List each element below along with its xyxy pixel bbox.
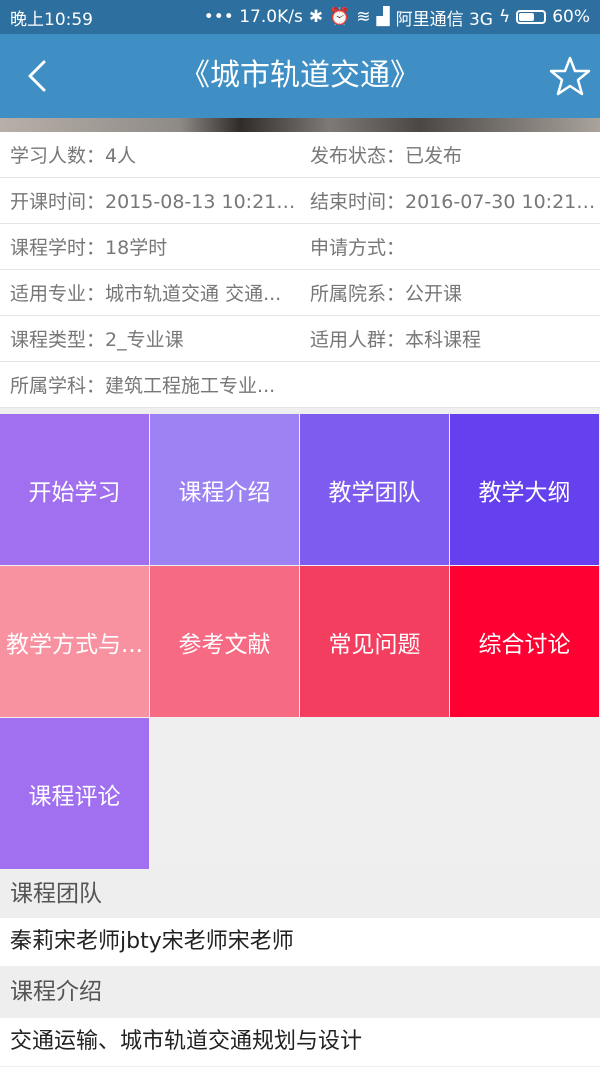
menu-tile[interactable]: 教学大纲 (450, 414, 599, 565)
info-row: 学习人数4人发布状态已发布 (0, 132, 600, 178)
info-cell: 适用专业城市轨道交通 交通... (0, 279, 300, 306)
info-label: 学习人数 (10, 145, 105, 167)
menu-tile[interactable]: 常见问题 (300, 566, 449, 717)
back-button[interactable] (18, 52, 58, 100)
info-cell: 适用人群本科课程 (300, 325, 600, 352)
bluetooth-icon: ✱ (308, 7, 324, 27)
section-header-intro: 课程介绍 (0, 968, 600, 1016)
info-cell: 申请方式 (300, 233, 600, 260)
info-row: 课程学时18学时申请方式 (0, 224, 600, 270)
info-label: 适用专业 (10, 283, 105, 305)
menu-tile-label: 常见问题 (328, 631, 421, 658)
info-value: 本科课程 (405, 329, 482, 351)
info-label: 所属学科 (10, 375, 105, 397)
info-value: 已发布 (405, 145, 463, 167)
info-label: 适用人群 (310, 329, 405, 351)
course-info-table: 学习人数4人发布状态已发布开课时间2015-08-13 10:21:06结束时间… (0, 132, 600, 408)
menu-tile[interactable]: 综合讨论 (450, 566, 599, 717)
info-label: 申请方式 (310, 237, 405, 259)
charging-icon: ϟ (498, 7, 511, 27)
chevron-left-icon (28, 60, 46, 92)
info-label: 课程学时 (10, 237, 105, 259)
info-value: 公开课 (405, 283, 463, 305)
info-value: 4人 (105, 145, 137, 167)
info-cell: 所属学科建筑工程施工专业... (0, 371, 300, 398)
info-label: 所属院系 (310, 283, 405, 305)
menu-tile-label: 教学大纲 (478, 479, 571, 506)
top-app-bar: 《城市轨道交通》 (0, 34, 600, 118)
signal-icon: ▟ (376, 7, 390, 27)
info-row: 适用专业城市轨道交通 交通...所属院系公开课 (0, 270, 600, 316)
network-speed: ••• 17.0K/s (203, 7, 303, 27)
favorite-button[interactable] (546, 52, 594, 100)
battery-icon (516, 10, 547, 24)
menu-tile-label: 课程介绍 (178, 479, 271, 506)
menu-tile-label: 参考文献 (178, 631, 271, 658)
info-cell: 课程学时18学时 (0, 233, 300, 260)
info-row: 开课时间2015-08-13 10:21:06结束时间2016-07-30 10… (0, 178, 600, 224)
page-title: 《城市轨道交通》 (180, 58, 420, 93)
info-cell: 结束时间2016-07-30 10:21:13 (300, 187, 600, 214)
info-value: 2_专业课 (105, 329, 184, 351)
menu-tile[interactable]: 教学团队 (300, 414, 449, 565)
info-value: 建筑工程施工专业... (105, 375, 276, 397)
info-row: 课程类型2_专业课适用人群本科课程 (0, 316, 600, 362)
info-label: 发布状态 (310, 145, 405, 167)
alarm-icon: ⏰ (329, 7, 351, 27)
info-value: 城市轨道交通 交通... (105, 283, 282, 305)
info-value: 18学时 (105, 237, 168, 259)
info-cell: 发布状态已发布 (300, 141, 600, 168)
section-header-team: 课程团队 (0, 870, 600, 918)
menu-tile[interactable]: 开始学习 (0, 414, 149, 565)
menu-tile-label: 教学团队 (328, 479, 421, 506)
menu-tile[interactable]: 课程评论 (0, 718, 149, 869)
menu-tile-label: 综合讨论 (478, 631, 571, 658)
info-label: 课程类型 (10, 329, 105, 351)
info-cell: 课程类型2_专业课 (0, 325, 300, 352)
info-value: 2016-07-30 10:21:13 (405, 191, 600, 213)
section-body-team: 秦莉宋老师jbty宋老师宋老师 (0, 918, 600, 966)
menu-tile-label: 课程评论 (28, 783, 121, 810)
info-row: 所属学科建筑工程施工专业... (0, 362, 600, 408)
menu-tile-label: 开始学习 (28, 479, 121, 506)
battery-percent: 60% (552, 7, 590, 27)
info-value: 2015-08-13 10:21:06 (105, 191, 300, 213)
menu-tile[interactable]: 教学方式与... (0, 566, 149, 717)
info-label: 开课时间 (10, 191, 105, 213)
status-right: ••• 17.0K/s ✱ ⏰ ≋ ▟ 阿里通信 3G ϟ 60% (204, 5, 590, 30)
info-cell: 开课时间2015-08-13 10:21:06 (0, 187, 300, 214)
info-cell: 所属院系公开课 (300, 279, 600, 306)
info-label: 结束时间 (310, 191, 405, 213)
course-menu-grid: 开始学习 课程介绍 教学团队 教学大纲教学方式与... 参考文献 常见问题 综合讨论课程评论 (0, 414, 600, 870)
menu-tile[interactable]: 参考文献 (150, 566, 299, 717)
battery-fill (519, 13, 534, 21)
carrier-name: 阿里通信 3G (395, 9, 493, 30)
info-cell: 学习人数4人 (0, 141, 300, 168)
star-icon (549, 56, 591, 96)
section-body-intro: 交通运输、城市轨道交通规划与设计 (0, 1018, 600, 1066)
status-bar: 晚上10:59 ••• 17.0K/s ✱ ⏰ ≋ ▟ 阿里通信 3G ϟ 60… (0, 0, 600, 34)
course-cover-image (0, 118, 600, 132)
status-time: 晚上10:59 (10, 9, 93, 30)
wifi-icon: ≋ (356, 7, 371, 27)
menu-tile[interactable]: 课程介绍 (150, 414, 299, 565)
menu-tile-label: 教学方式与... (6, 631, 143, 658)
